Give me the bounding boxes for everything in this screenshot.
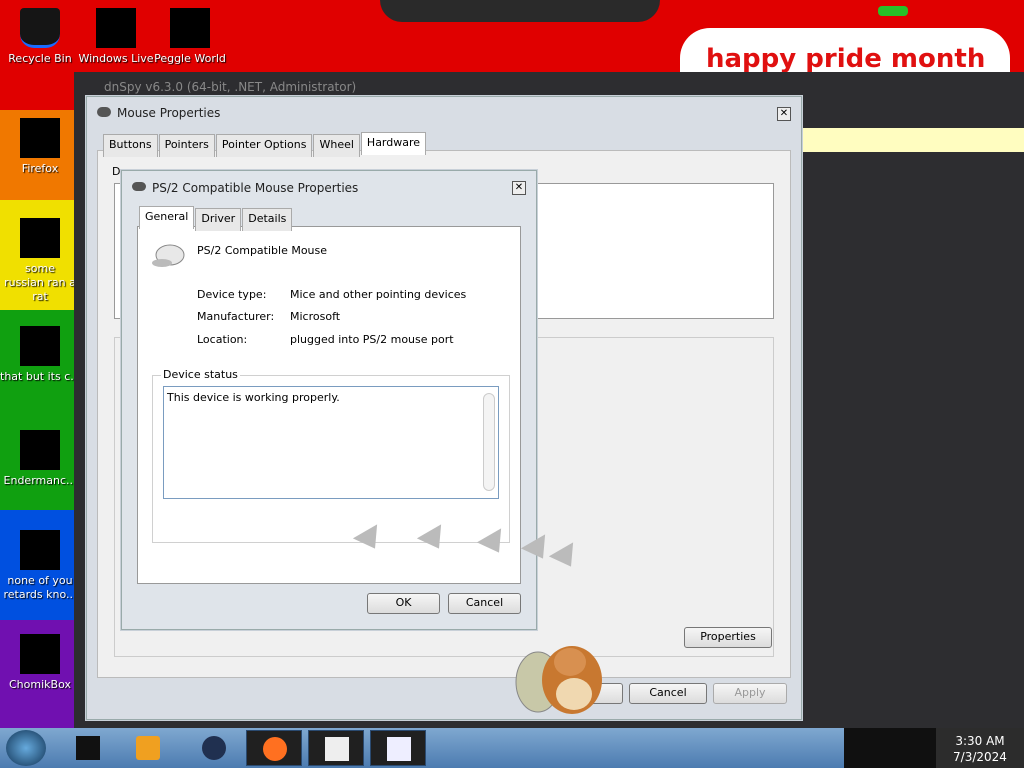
- recycle-bin-icon: [20, 8, 60, 48]
- tab-strip: General Driver Details: [139, 206, 293, 231]
- taskbar-item[interactable]: [308, 730, 364, 766]
- manufacturer-value: Microsoft: [290, 310, 341, 323]
- mouse-icon: [97, 107, 111, 117]
- taskbar: 3:30 AM 7/3/2024: [0, 728, 1024, 768]
- firefox-icon: [263, 737, 287, 761]
- desktop-icon-endermanch[interactable]: Endermanc...: [0, 430, 80, 487]
- windows-stack-icon: [325, 737, 349, 761]
- mouse-icon: [132, 182, 146, 191]
- clock-date: 7/3/2024: [953, 750, 1007, 764]
- taskbar-item[interactable]: [120, 730, 176, 766]
- system-tray[interactable]: [844, 728, 936, 768]
- app-icon: [76, 736, 100, 760]
- tab-page-general: PS/2 Compatible Mouse Device type: Mice …: [137, 226, 521, 584]
- tab-general[interactable]: General: [139, 206, 195, 229]
- start-button[interactable]: [6, 730, 46, 766]
- location-label: Location:: [197, 333, 248, 346]
- wallpaper-device: [380, 0, 908, 22]
- tab-pointers[interactable]: Pointers: [158, 134, 215, 157]
- dialog-title: Mouse Properties: [117, 106, 221, 120]
- tab-wheel[interactable]: Wheel: [313, 134, 360, 157]
- device-status-group: Device status This device is working pro…: [152, 368, 510, 543]
- control-panel-icon: [387, 737, 411, 761]
- dnspy-info-bar: [798, 128, 1024, 152]
- dialog-title: PS/2 Compatible Mouse Properties: [152, 181, 359, 195]
- terminal-icon: [20, 430, 60, 470]
- properties-button[interactable]: Properties: [684, 627, 772, 648]
- tab-driver[interactable]: Driver: [195, 208, 242, 231]
- chomikbox-icon: [20, 634, 60, 674]
- device-status-legend: Device status: [161, 368, 240, 381]
- tab-details[interactable]: Details: [242, 208, 293, 231]
- media-player-icon: [136, 736, 160, 760]
- mouse-device-icon: [152, 244, 185, 267]
- desktop-icon-recycle-bin[interactable]: Recycle Bin: [0, 8, 80, 65]
- close-button[interactable]: ✕: [777, 107, 791, 121]
- desktop-icon-chomikbox[interactable]: ChomikBox: [0, 634, 80, 691]
- taskbar-item[interactable]: [370, 730, 426, 766]
- desktop-icon-that-but[interactable]: that but its c...: [0, 326, 80, 383]
- desktop-icon-windows-live[interactable]: Windows Live: [76, 8, 156, 65]
- hamster-sticker: [515, 646, 602, 714]
- desktop-icon-peggle-world[interactable]: Peggle World: [150, 8, 230, 65]
- device-name: PS/2 Compatible Mouse: [197, 244, 328, 257]
- tab-strip: Buttons Pointers Pointer Options Wheel H…: [103, 132, 427, 157]
- desktop-icon-russian-rat[interactable]: some russian ran a rat: [0, 218, 80, 304]
- document-icon: [20, 218, 60, 258]
- windows-stack-icon: [20, 326, 60, 366]
- taskbar-item[interactable]: [60, 730, 116, 766]
- firefox-icon: [20, 118, 60, 158]
- location-value: plugged into PS/2 mouse port: [290, 333, 454, 346]
- tab-pointer-options[interactable]: Pointer Options: [215, 134, 313, 157]
- dnspy-title: dnSpy v6.3.0 (64-bit, .NET, Administrato…: [104, 80, 357, 94]
- scrollbar[interactable]: [483, 393, 495, 491]
- taskbar-item[interactable]: [186, 730, 242, 766]
- ok-button[interactable]: OK: [367, 593, 440, 614]
- taskbar-item[interactable]: [246, 730, 302, 766]
- device-type-label: Device type:: [197, 288, 267, 301]
- chrome-icon: [20, 530, 60, 570]
- windows-live-icon: [96, 8, 136, 48]
- manufacturer-label: Manufacturer:: [197, 310, 275, 323]
- apply-button[interactable]: Apply: [713, 683, 787, 704]
- peggle-icon: [170, 8, 210, 48]
- device-status-textbox[interactable]: This device is working properly.: [163, 386, 499, 499]
- device-type-value: Mice and other pointing devices: [290, 288, 467, 301]
- cancel-button[interactable]: Cancel: [448, 593, 521, 614]
- globe-icon: [202, 736, 226, 760]
- desktop-icon-none-of-you[interactable]: none of you retards kno...: [0, 530, 80, 602]
- close-button[interactable]: ✕: [512, 181, 526, 195]
- device-status-text: This device is working properly.: [167, 391, 340, 404]
- clock[interactable]: 3:30 AM 7/3/2024: [936, 728, 1024, 768]
- tab-hardware[interactable]: Hardware: [360, 132, 427, 155]
- clock-time: 3:30 AM: [955, 734, 1005, 748]
- ps2-mouse-properties-dialog[interactable]: PS/2 Compatible Mouse Properties ✕ PS/2 …: [121, 170, 537, 630]
- cancel-button[interactable]: Cancel: [629, 683, 707, 704]
- desktop-icon-firefox[interactable]: Firefox: [0, 118, 80, 175]
- tab-buttons[interactable]: Buttons: [103, 134, 158, 157]
